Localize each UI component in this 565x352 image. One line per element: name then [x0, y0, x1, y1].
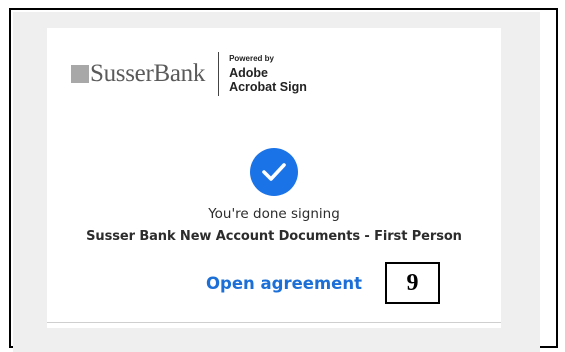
checkmark-icon: [250, 148, 298, 196]
agreement-title: Susser Bank New Account Documents - Firs…: [86, 229, 462, 244]
bank-logo-square-icon: [71, 65, 89, 83]
open-agreement-link[interactable]: Open agreement: [206, 274, 362, 293]
done-signing-message: You're done signing: [208, 206, 340, 222]
adobe-label: Adobe: [229, 65, 268, 80]
bank-logo: SusserBank: [71, 60, 205, 88]
powered-by-label: Powered by: [229, 53, 274, 63]
logo-divider: [218, 52, 220, 96]
bank-name: SusserBank: [90, 60, 206, 87]
acrobat-sign-label: Acrobat Sign: [229, 79, 307, 94]
checkmark-glyph: [262, 163, 286, 181]
step-number-callout: 9: [385, 262, 440, 304]
powered-by-adobe-logo: Powered by Adobe Acrobat Sign: [229, 53, 307, 94]
header-logos: SusserBank Powered by Adobe Acrobat Sign: [71, 44, 307, 104]
card-divider: [47, 322, 501, 323]
